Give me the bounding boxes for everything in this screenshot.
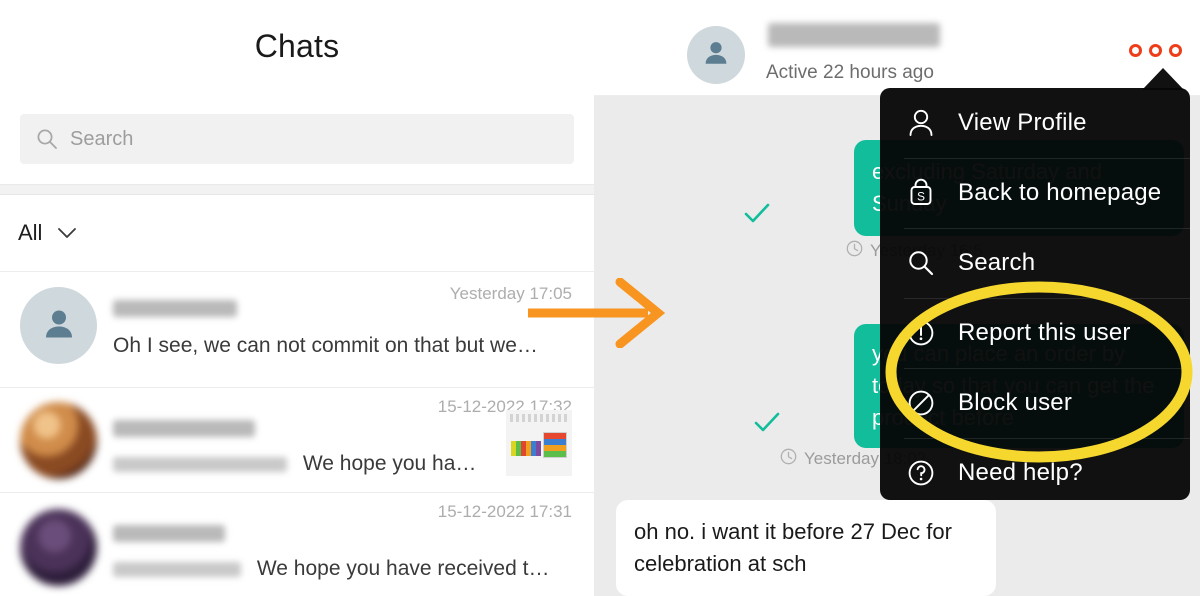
- chat-list-pane: Chats All: [0, 0, 594, 596]
- list-item-preview-text: We hope you have received t…: [256, 557, 550, 580]
- screenshot-root: Chats All: [0, 0, 1200, 596]
- filter-row[interactable]: All: [0, 195, 594, 272]
- menu-item-label: Back to homepage: [958, 179, 1162, 206]
- list-item-preview: We hope you have received t…: [113, 557, 549, 581]
- list-item-time: 15-12-2022 17:31: [437, 502, 572, 521]
- context-menu-caret: [1142, 68, 1184, 90]
- svg-text:S: S: [917, 190, 925, 204]
- conversation-status: Active 22 hours ago: [766, 62, 934, 83]
- menu-item-label: View Profile: [958, 109, 1087, 136]
- menu-item-back-to-homepage[interactable]: S Back to homepage: [880, 158, 1190, 228]
- avatar: [20, 402, 97, 479]
- page-title: Chats: [254, 28, 340, 64]
- conversation-header: Active 22 hours ago: [594, 0, 1200, 96]
- filter-label: All: [18, 220, 43, 245]
- list-item[interactable]: 15-12-2022 17:31 We hope you have receiv…: [0, 493, 594, 596]
- menu-item-label: Search: [958, 249, 1036, 276]
- person-icon: [700, 37, 732, 74]
- message-text: oh no. i want it before 27 Dec for celeb…: [634, 519, 952, 576]
- yellow-highlight-ellipse: [884, 280, 1194, 465]
- list-item-name: [113, 300, 237, 318]
- avatar: [20, 509, 97, 586]
- search-bar[interactable]: [20, 114, 574, 164]
- clock-icon: [846, 240, 863, 262]
- list-item[interactable]: 15-12-2022 17:32 We hope you ha…: [0, 388, 594, 493]
- chevron-down-icon[interactable]: [56, 226, 78, 240]
- sent-check-icon: [744, 203, 770, 223]
- menu-item-view-profile[interactable]: View Profile: [880, 88, 1190, 158]
- clock-icon: [780, 448, 797, 470]
- kebab-dot: [1149, 44, 1162, 57]
- list-item-preview: Oh I see, we can not commit on that but …: [113, 334, 538, 357]
- conversation-username: [768, 23, 940, 47]
- more-options-icon[interactable]: [1129, 44, 1182, 57]
- avatar: [20, 287, 97, 364]
- orange-pointer-arrow: [524, 277, 674, 349]
- avatar[interactable]: [687, 26, 745, 84]
- message-bubble-incoming: oh no. i want it before 27 Dec for celeb…: [616, 500, 996, 596]
- kebab-dot: [1169, 44, 1182, 57]
- list-item-preview: We hope you ha…: [113, 452, 476, 476]
- search-icon: [904, 246, 938, 280]
- search-input[interactable]: [70, 127, 490, 151]
- section-divider: [0, 184, 594, 195]
- sent-check-icon: [754, 412, 780, 432]
- list-item-name: [113, 420, 255, 438]
- person-outline-icon: [904, 106, 938, 140]
- shop-bag-icon: S: [904, 176, 938, 210]
- person-icon: [39, 303, 79, 348]
- search-icon: [36, 128, 58, 150]
- list-item[interactable]: Yesterday 17:05 Oh I see, we can not com…: [0, 272, 594, 388]
- product-thumbnail[interactable]: [506, 410, 572, 476]
- list-item-preview-text: We hope you ha…: [302, 452, 477, 475]
- list-item-name: [113, 525, 225, 543]
- kebab-dot: [1129, 44, 1142, 57]
